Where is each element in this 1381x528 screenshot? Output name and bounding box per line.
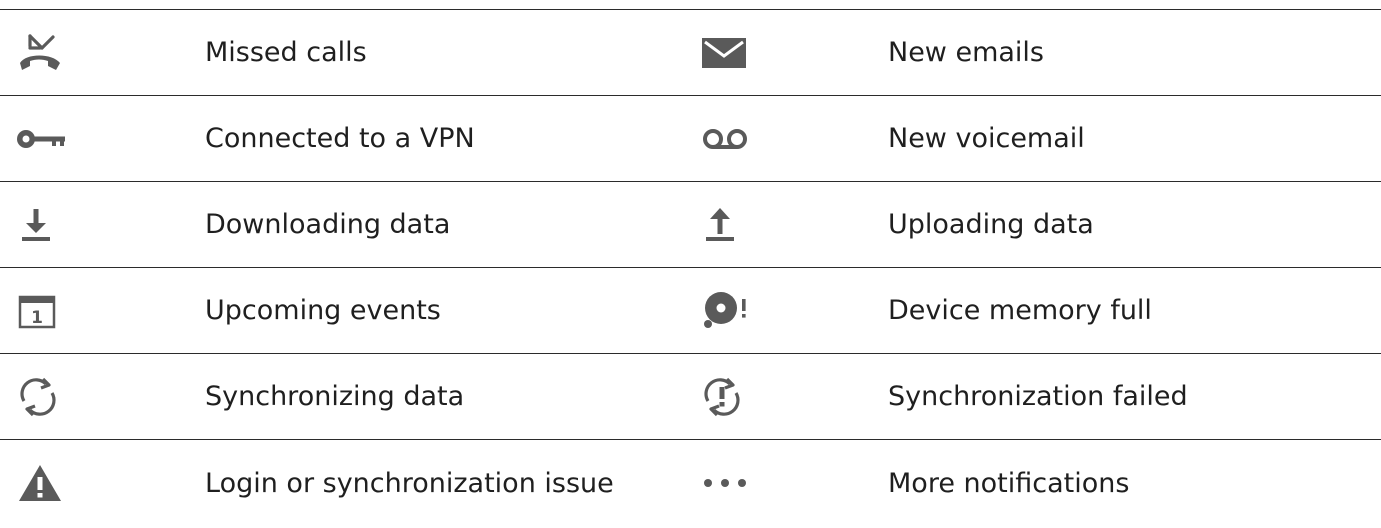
- notification-label: Device memory full: [888, 295, 1152, 326]
- notification-icons-table: Missed calls New emails Connected to a V…: [0, 9, 1381, 526]
- download-icon: [16, 197, 72, 253]
- vpn-key-icon: [16, 111, 72, 167]
- notification-label: Connected to a VPN: [205, 123, 475, 154]
- notification-label: Missed calls: [205, 37, 367, 68]
- table-row: Login or synchronization issue More noti…: [0, 440, 1381, 526]
- upload-icon: [700, 197, 756, 253]
- notification-label: Uploading data: [888, 209, 1094, 240]
- table-row: Downloading data Uploading data: [0, 182, 1381, 268]
- calendar-icon: 1: [16, 283, 72, 339]
- sync-failed-icon: [700, 369, 756, 425]
- table-row: Synchronizing data Synchronization faile…: [0, 354, 1381, 440]
- missed-call-icon: [16, 25, 72, 81]
- memory-full-icon: [700, 283, 756, 339]
- table-row: 1 Upcoming events Device memory full: [0, 268, 1381, 354]
- table-row: Connected to a VPN New voicemail: [0, 96, 1381, 182]
- notification-label: Upcoming events: [205, 295, 441, 326]
- notification-label: Synchronization failed: [888, 381, 1188, 412]
- more-notifications-icon: [700, 455, 756, 511]
- notification-label: Downloading data: [205, 209, 451, 240]
- notification-label: Login or synchronization issue: [205, 467, 614, 499]
- sync-icon: [16, 369, 72, 425]
- notification-label: New emails: [888, 37, 1045, 68]
- warning-icon: [16, 455, 72, 511]
- calendar-day-number: 1: [31, 308, 43, 328]
- notification-label: Synchronizing data: [205, 381, 465, 412]
- table-row: Missed calls New emails: [0, 10, 1381, 96]
- voicemail-icon: [700, 111, 756, 167]
- email-icon: [700, 25, 756, 81]
- notification-label: More notifications: [888, 467, 1130, 499]
- notification-label: New voicemail: [888, 123, 1085, 154]
